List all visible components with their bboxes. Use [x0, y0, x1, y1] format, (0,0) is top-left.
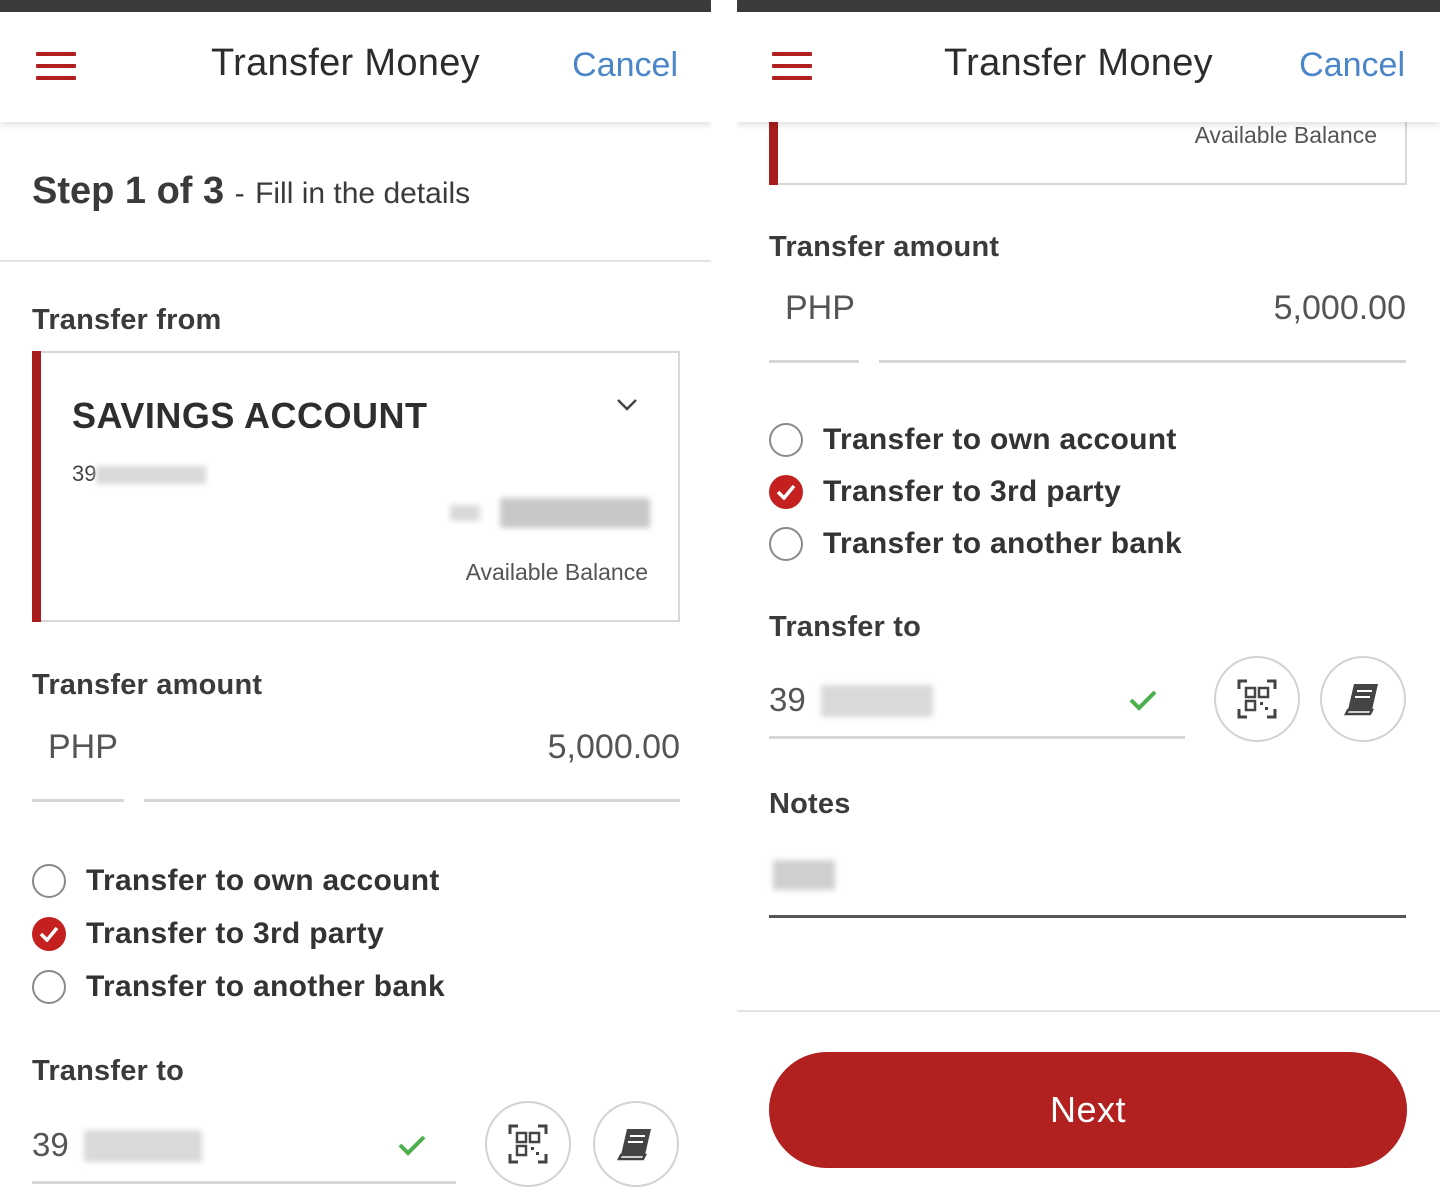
recipient-account-input[interactable]: 39: [32, 1122, 456, 1184]
notes-input[interactable]: [769, 842, 1406, 918]
radio-unchecked-icon[interactable]: [769, 527, 803, 561]
address-book-button[interactable]: [593, 1101, 679, 1187]
radio-unchecked-icon[interactable]: [32, 864, 66, 898]
cancel-button[interactable]: Cancel: [572, 46, 678, 85]
step-number: Step 1 of 3: [32, 170, 225, 212]
radio-label: Transfer to another bank: [86, 970, 445, 1003]
screen-right: Transfer Money Cancel Available Balance …: [737, 0, 1440, 1200]
notes-label: Notes: [769, 788, 851, 820]
radio-label: Transfer to another bank: [823, 527, 1182, 560]
qr-code-icon: [508, 1124, 548, 1164]
transfer-amount-label: Transfer amount: [32, 669, 263, 701]
account-number-prefix: 39: [72, 461, 97, 486]
radio-third-party[interactable]: Transfer to 3rd party: [32, 917, 384, 951]
qr-code-button[interactable]: [1214, 656, 1300, 742]
radio-label: Transfer to own account: [86, 864, 440, 897]
screen-left: Transfer Money Cancel Step 1 of 3 - Fill…: [0, 0, 711, 1200]
cancel-button[interactable]: Cancel: [1299, 46, 1405, 85]
step-indicator: Step 1 of 3 - Fill in the details: [32, 170, 470, 213]
recipient-account-input[interactable]: 39: [769, 677, 1185, 739]
gutter: [711, 0, 737, 1200]
radio-another-bank[interactable]: Transfer to another bank: [32, 970, 445, 1004]
radio-own-account[interactable]: Transfer to own account: [32, 864, 440, 898]
transfer-amount-label: Transfer amount: [769, 231, 1000, 263]
currency-field[interactable]: PHP: [769, 283, 859, 363]
recipient-account-prefix: 39: [32, 1126, 69, 1163]
footer-divider: [737, 1010, 1440, 1012]
address-book-button[interactable]: [1320, 656, 1406, 742]
checkmark-icon: [1129, 690, 1157, 711]
status-bar: [737, 0, 1440, 12]
balance-label: Available Balance: [1194, 122, 1377, 148]
radio-unchecked-icon[interactable]: [769, 423, 803, 457]
checkmark-icon: [398, 1135, 426, 1156]
address-book-icon: [617, 1129, 651, 1161]
step-separator: -: [234, 177, 245, 210]
status-bar: [0, 0, 711, 12]
step-subtitle: Fill in the details: [255, 177, 471, 210]
amount-input[interactable]: 5,000.00: [879, 283, 1406, 363]
next-button[interactable]: Next: [769, 1052, 1407, 1168]
radio-checked-icon[interactable]: [769, 475, 803, 509]
recipient-account-prefix: 39: [769, 681, 806, 718]
radio-label: Transfer to 3rd party: [86, 917, 385, 950]
divider: [0, 260, 711, 262]
balance-label: Available Balance: [465, 559, 648, 585]
chevron-down-icon[interactable]: [616, 393, 638, 415]
radio-third-party[interactable]: Transfer to 3rd party: [769, 475, 1121, 509]
transfer-to-label: Transfer to: [769, 611, 922, 643]
currency-field[interactable]: PHP: [32, 722, 124, 802]
radio-label: Transfer to own account: [823, 423, 1177, 456]
account-name: SAVINGS ACCOUNT: [72, 395, 428, 436]
radio-another-bank[interactable]: Transfer to another bank: [769, 527, 1182, 561]
account-selector[interactable]: SAVINGS ACCOUNT 39 Available Balance: [32, 351, 680, 622]
qr-code-icon: [1237, 679, 1277, 719]
address-book-icon: [1344, 684, 1378, 716]
app-header: Transfer Money Cancel: [0, 12, 711, 122]
amount-input[interactable]: 5,000.00: [144, 722, 680, 802]
transfer-to-label: Transfer to: [32, 1055, 185, 1087]
account-number: 39: [72, 461, 207, 487]
balance-amount: [450, 498, 650, 528]
app-header: Transfer Money Cancel: [737, 12, 1440, 122]
qr-code-button[interactable]: [485, 1101, 571, 1187]
radio-checked-icon[interactable]: [32, 917, 66, 951]
radio-unchecked-icon[interactable]: [32, 970, 66, 1004]
card-accent: [32, 351, 41, 622]
radio-own-account[interactable]: Transfer to own account: [769, 423, 1177, 457]
transfer-from-label: Transfer from: [32, 304, 222, 336]
radio-label: Transfer to 3rd party: [823, 475, 1122, 508]
